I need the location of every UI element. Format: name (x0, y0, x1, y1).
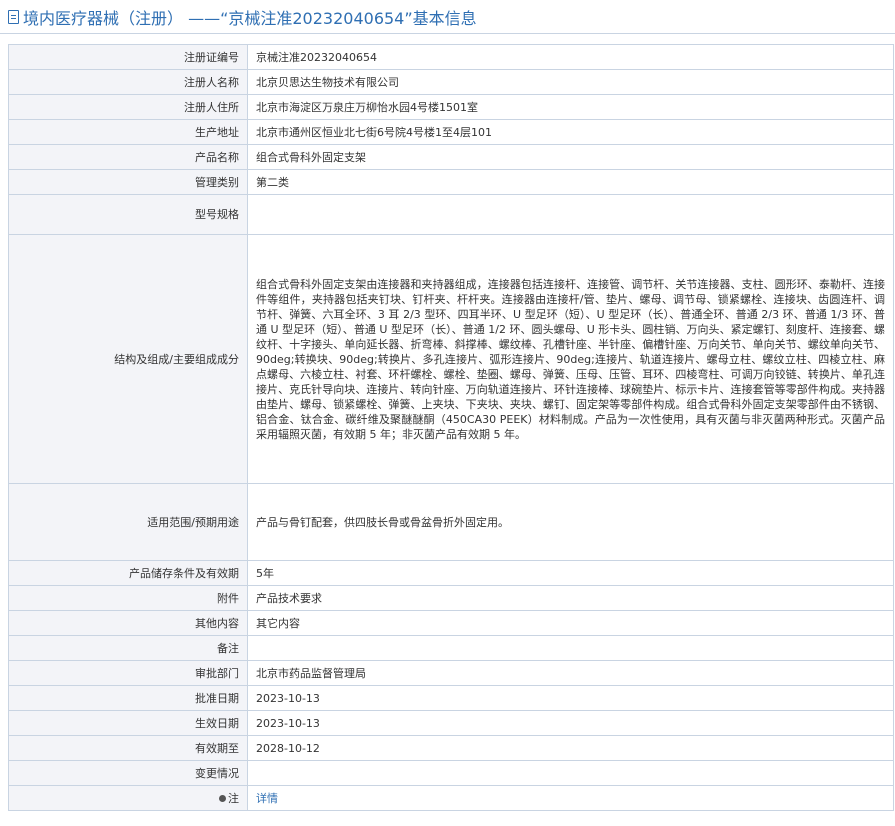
row-label-management-class: 管理类别 (8, 169, 248, 195)
page-title-bar: 境内医疗器械（注册） ——“京械注准20232040654”基本信息 (0, 0, 895, 34)
table-row: 注册证编号 京械注准20232040654 (8, 44, 894, 70)
row-label-effective-date: 生效日期 (8, 710, 248, 736)
row-label-attachment: 附件 (8, 585, 248, 611)
row-value-registrant-address: 北京市海淀区万泉庄万柳怡水园4号楼1501室 (247, 94, 894, 120)
row-value-changes (247, 760, 894, 786)
row-label-approval-dept: 审批部门 (8, 660, 248, 686)
row-value-note: 详情 (247, 785, 894, 811)
row-value-registrant-name: 北京贝思达生物技术有限公司 (247, 69, 894, 95)
row-value-effective-date: 2023-10-13 (247, 710, 894, 736)
row-value-production-address: 北京市通州区恒业北七街6号院4号楼1至4层101 (247, 119, 894, 145)
table-row: 型号规格 (8, 194, 894, 235)
table-row: 批准日期 2023-10-13 (8, 685, 894, 711)
table-row: 结构及组成/主要组成成分 组合式骨科外固定支架由连接器和夹持器组成，连接器包括连… (8, 234, 894, 484)
row-label-product-name: 产品名称 (8, 144, 248, 170)
table-row: 变更情况 (8, 760, 894, 786)
document-icon (8, 9, 19, 24)
row-label-structure: 结构及组成/主要组成成分 (8, 234, 248, 484)
row-label-storage-validity: 产品储存条件及有效期 (8, 560, 248, 586)
row-value-attachment: 产品技术要求 (247, 585, 894, 611)
table-row: 管理类别 第二类 (8, 169, 894, 195)
row-label-valid-until: 有效期至 (8, 735, 248, 761)
row-value-structure: 组合式骨科外固定支架由连接器和夹持器组成，连接器包括连接杆、连接管、调节杆、关节… (247, 234, 894, 484)
row-value-intended-use: 产品与骨钉配套，供四肢长骨或骨盆骨折外固定用。 (247, 483, 894, 561)
table-row: 产品名称 组合式骨科外固定支架 (8, 144, 894, 170)
row-label-registrant-address: 注册人住所 (8, 94, 248, 120)
row-value-approval-dept: 北京市药品监督管理局 (247, 660, 894, 686)
row-value-other-content: 其它内容 (247, 610, 894, 636)
row-value-valid-until: 2028-10-12 (247, 735, 894, 761)
table-row: 注 详情 (8, 785, 894, 811)
table-row: 审批部门 北京市药品监督管理局 (8, 660, 894, 686)
info-table: 注册证编号 京械注准20232040654 注册人名称 北京贝思达生物技术有限公… (8, 44, 894, 811)
row-value-model-spec (247, 194, 894, 235)
row-label-approval-date: 批准日期 (8, 685, 248, 711)
row-value-management-class: 第二类 (247, 169, 894, 195)
row-value-remarks (247, 635, 894, 661)
details-link[interactable]: 详情 (256, 792, 278, 805)
row-label-other-content: 其他内容 (8, 610, 248, 636)
table-row: 注册人名称 北京贝思达生物技术有限公司 (8, 69, 894, 95)
row-value-storage-validity: 5年 (247, 560, 894, 586)
table-row: 其他内容 其它内容 (8, 610, 894, 636)
table-row: 注册人住所 北京市海淀区万泉庄万柳怡水园4号楼1501室 (8, 94, 894, 120)
row-label-production-address: 生产地址 (8, 119, 248, 145)
row-label-intended-use: 适用范围/预期用途 (8, 483, 248, 561)
note-label-text: 注 (228, 791, 239, 805)
row-value-product-name: 组合式骨科外固定支架 (247, 144, 894, 170)
row-label-registrant-name: 注册人名称 (8, 69, 248, 95)
table-row: 生产地址 北京市通州区恒业北七街6号院4号楼1至4层101 (8, 119, 894, 145)
table-row: 有效期至 2028-10-12 (8, 735, 894, 761)
row-label-registration-no: 注册证编号 (8, 44, 248, 70)
row-label-remarks: 备注 (8, 635, 248, 661)
table-row: 生效日期 2023-10-13 (8, 710, 894, 736)
row-value-approval-date: 2023-10-13 (247, 685, 894, 711)
page-title: 境内医疗器械（注册） ——“京械注准20232040654”基本信息 (23, 8, 477, 28)
note-icon (219, 795, 226, 802)
table-row: 附件 产品技术要求 (8, 585, 894, 611)
info-table-wrapper: 注册证编号 京械注准20232040654 注册人名称 北京贝思达生物技术有限公… (0, 34, 895, 811)
table-row: 备注 (8, 635, 894, 661)
table-row: 产品储存条件及有效期 5年 (8, 560, 894, 586)
row-label-model-spec: 型号规格 (8, 194, 248, 235)
row-label-changes: 变更情况 (8, 760, 248, 786)
table-row: 适用范围/预期用途 产品与骨钉配套，供四肢长骨或骨盆骨折外固定用。 (8, 483, 894, 561)
row-value-registration-no: 京械注准20232040654 (247, 44, 894, 70)
row-label-note: 注 (8, 785, 248, 811)
